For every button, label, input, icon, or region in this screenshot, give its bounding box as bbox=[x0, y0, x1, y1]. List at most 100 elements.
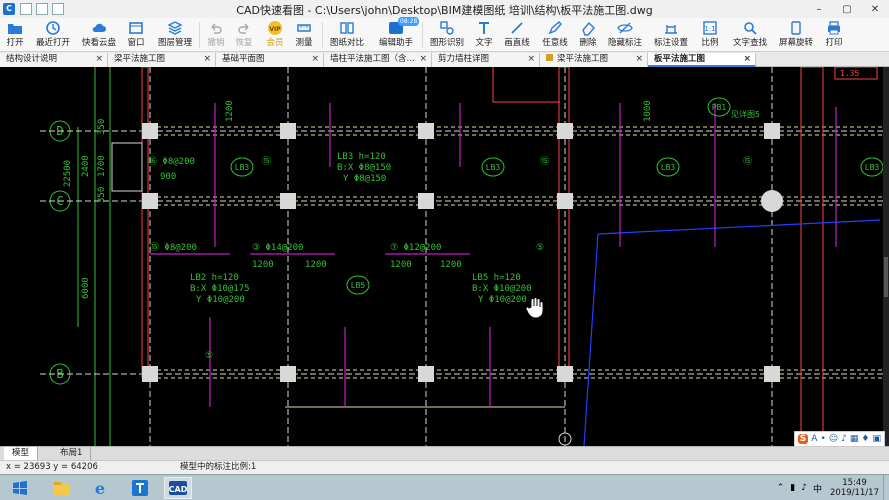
dim-22500: 22500 bbox=[63, 160, 73, 187]
print-button[interactable]: 打印 bbox=[822, 19, 846, 51]
show-desktop-button[interactable] bbox=[883, 475, 889, 500]
close-tab-icon[interactable]: × bbox=[743, 53, 751, 65]
undo-button[interactable]: 撤销 bbox=[204, 19, 228, 51]
text-app-button[interactable] bbox=[126, 477, 154, 499]
rebar-label: ⑦ Φ12@200 bbox=[390, 243, 441, 253]
close-button[interactable]: ✕ bbox=[861, 0, 889, 18]
vip-button[interactable]: VIP 会员 bbox=[262, 19, 288, 51]
close-tab-icon[interactable]: × bbox=[527, 53, 535, 66]
ime-keyboard-icon[interactable]: ▦ bbox=[850, 434, 859, 444]
tab-foundation-plan[interactable]: 基础平面图 × bbox=[216, 53, 324, 67]
mark-settings-button[interactable]: 标注设置 bbox=[652, 19, 690, 51]
start-button[interactable] bbox=[6, 477, 34, 499]
vip-icon: VIP bbox=[268, 21, 282, 35]
vertical-scrollbar[interactable] bbox=[883, 67, 889, 446]
qa-new-icon[interactable] bbox=[20, 3, 32, 15]
tray-network-icon[interactable]: ▮ bbox=[790, 483, 795, 493]
edit-assistant-button[interactable]: 编辑助手 08:28 bbox=[376, 17, 420, 51]
ime-skin-icon[interactable]: ♦ bbox=[861, 434, 869, 444]
taskbar-clock[interactable]: 15:49 2019/11/17 bbox=[830, 478, 879, 498]
close-tab-icon[interactable]: × bbox=[419, 53, 427, 66]
tab-beam-plan-2[interactable]: 梁平法施工图 × bbox=[540, 53, 648, 67]
scale-icon: 1:1 bbox=[703, 21, 717, 35]
columns bbox=[142, 123, 780, 382]
ime-punct-icon[interactable]: • bbox=[820, 434, 825, 444]
tray-volume-icon[interactable]: ♪ bbox=[801, 483, 807, 493]
scale-button[interactable]: 1:1 比例 bbox=[698, 19, 722, 51]
round-column bbox=[761, 190, 783, 212]
tray-ime-icon[interactable]: 中 bbox=[813, 482, 822, 495]
rebar-number: ⑮ bbox=[743, 156, 752, 167]
drawing-canvas[interactable]: D C B 1.35 350 1700 350 2400 22500 6000 … bbox=[0, 67, 889, 446]
tab-wall-column-plan[interactable]: 墙柱平法施工图（含… × bbox=[324, 53, 432, 67]
maximize-button[interactable]: ▢ bbox=[833, 0, 861, 18]
slab-tag-label: LB3 bbox=[235, 163, 250, 172]
compare-button[interactable]: 图纸对比 bbox=[328, 19, 366, 51]
wall-red bbox=[558, 67, 570, 378]
svg-text:CAD: CAD bbox=[169, 485, 188, 494]
text-search-button[interactable]: 文字查找 bbox=[730, 19, 770, 51]
hand-cursor-icon bbox=[525, 297, 544, 319]
open-button[interactable]: 打开 bbox=[4, 19, 26, 51]
measure-button[interactable]: 测量 bbox=[292, 19, 316, 51]
rotate-button[interactable]: 屏幕旋转 bbox=[776, 19, 816, 51]
tray-chevron-icon[interactable]: ⌃ bbox=[777, 483, 785, 493]
scroll-thumb[interactable] bbox=[884, 257, 888, 297]
eraser-icon bbox=[582, 21, 595, 36]
tab-layout1[interactable]: 布局1 bbox=[52, 447, 92, 460]
slab-note: 见详图5 bbox=[731, 109, 760, 119]
clock-date: 2019/11/17 bbox=[830, 488, 879, 498]
minimize-button[interactable]: – bbox=[805, 0, 833, 18]
sogou-ime-icon[interactable]: S bbox=[797, 434, 809, 444]
slab-spec: Y Φ8@150 bbox=[343, 174, 386, 184]
hide-mark-button[interactable]: 隐藏标注 bbox=[606, 19, 644, 51]
text-app-icon bbox=[132, 480, 148, 496]
tab-model[interactable]: 模型 bbox=[4, 447, 39, 460]
tab-slab-plan[interactable]: 板平法施工图 × bbox=[648, 53, 756, 67]
file-explorer-button[interactable] bbox=[48, 477, 76, 499]
cloud-button[interactable]: 快看云盘 bbox=[80, 19, 118, 51]
ime-emoji-icon[interactable]: ☺ bbox=[829, 434, 838, 444]
slab-spec: B:X Φ10@200 bbox=[472, 284, 532, 294]
freeline-button[interactable]: 任意线 bbox=[540, 19, 570, 51]
ime-toolbar[interactable]: S A • ☺ ♪ ▦ ♦ ▣ bbox=[793, 431, 885, 447]
ime-mode-icon[interactable]: A bbox=[811, 434, 817, 444]
wall-red bbox=[800, 67, 824, 446]
rebar-dim: 1200 bbox=[225, 100, 235, 122]
cad-app-window: C CAD快速看图 - C:\Users\john\Desktop\BIM建模图… bbox=[0, 0, 889, 500]
layers-button[interactable]: 图层管理 bbox=[156, 19, 194, 51]
recent-button[interactable]: 最近打开 bbox=[34, 19, 72, 51]
qa-save-icon[interactable] bbox=[36, 3, 48, 15]
close-tab-icon[interactable]: × bbox=[95, 53, 103, 66]
rebar-lines bbox=[150, 103, 837, 407]
svg-text:1:1: 1:1 bbox=[704, 25, 715, 33]
status-bar: x = 23693 y = 64206 模型中的标注比例:1 bbox=[0, 460, 889, 474]
ime-tools-icon[interactable]: ▣ bbox=[872, 434, 881, 444]
tab-structure-notes[interactable]: 结构设计说明 × bbox=[0, 53, 108, 67]
line-button[interactable]: 画直线 bbox=[502, 19, 532, 51]
close-tab-icon[interactable]: × bbox=[311, 53, 319, 66]
windows-taskbar: e CAD ⌃ ▮ ♪ 中 15:49 2019/11/17 bbox=[0, 474, 889, 500]
redo-button[interactable]: 恢复 bbox=[232, 19, 256, 51]
search-icon bbox=[744, 22, 757, 35]
text-button[interactable]: 文字 bbox=[472, 19, 496, 51]
compare-icon bbox=[340, 22, 354, 34]
pencil-icon bbox=[548, 21, 562, 35]
ie-button[interactable]: e bbox=[86, 477, 114, 499]
ruler-icon bbox=[297, 24, 311, 32]
qa-undo-icon[interactable] bbox=[52, 3, 64, 15]
document-tabs: 结构设计说明 × 梁平法施工图 × 基础平面图 × 墙柱平法施工图（含… × 剪力墙柱详… bbox=[0, 52, 889, 67]
tab-beam-plan-1[interactable]: 梁平法施工图 × bbox=[108, 53, 216, 67]
close-tab-icon[interactable]: × bbox=[635, 53, 643, 66]
rebar-label: ⑮ Φ8@200 bbox=[150, 242, 197, 253]
tab-shear-wall-detail[interactable]: 剪力墙柱详图 × bbox=[432, 53, 540, 67]
ime-mic-icon[interactable]: ♪ bbox=[841, 434, 847, 444]
delete-button[interactable]: 删除 bbox=[576, 19, 600, 51]
window-button[interactable]: 窗口 bbox=[124, 19, 148, 51]
dim-350-top: 350 bbox=[97, 119, 107, 135]
cad-app-button[interactable]: CAD bbox=[164, 477, 192, 499]
close-tab-icon[interactable]: × bbox=[203, 53, 211, 66]
shape-recognition-button[interactable]: 图形识别 bbox=[428, 19, 466, 51]
undo-icon bbox=[211, 23, 222, 34]
cad-drawing[interactable]: D C B 1.35 350 1700 350 2400 22500 6000 … bbox=[0, 67, 889, 446]
